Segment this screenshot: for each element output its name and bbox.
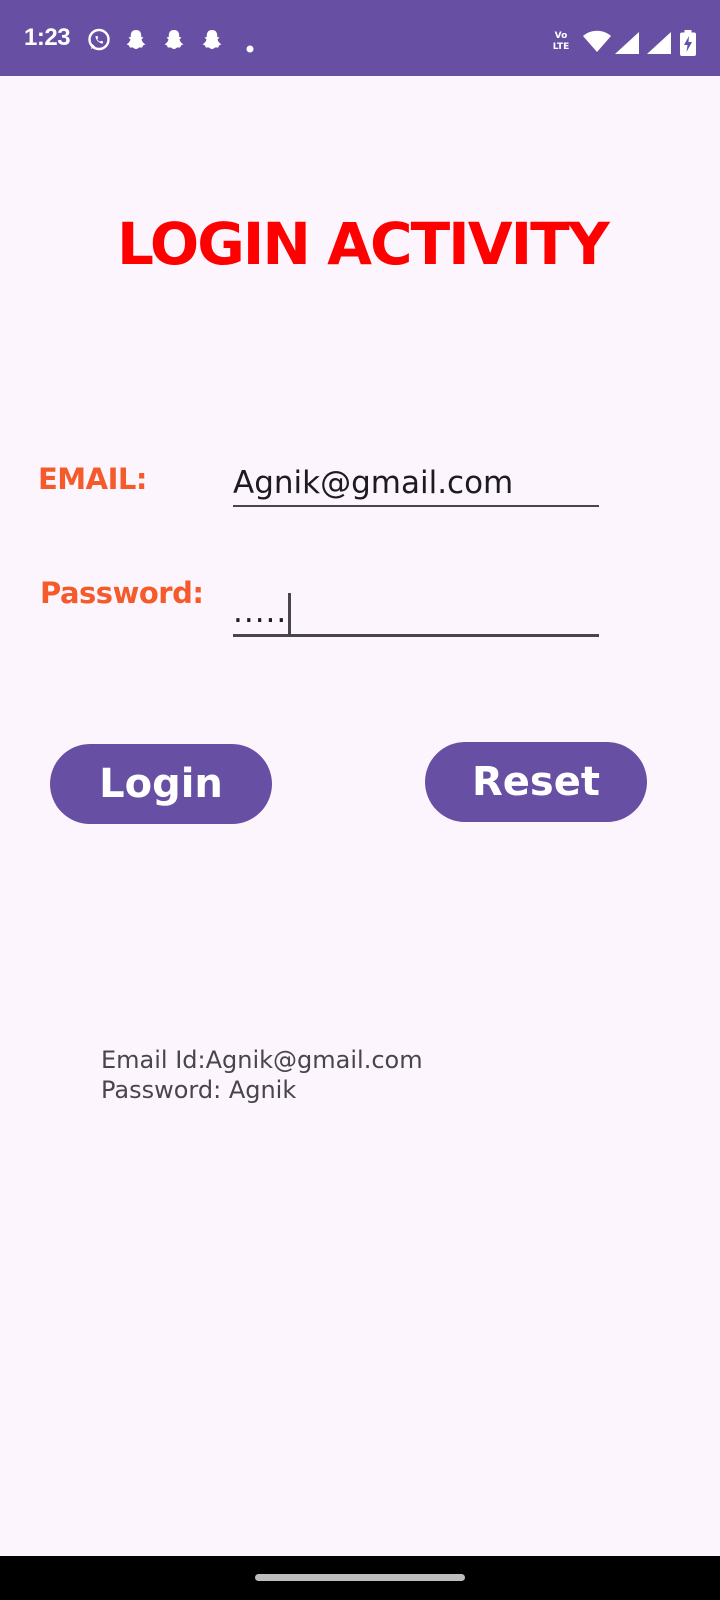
password-label: Password: bbox=[40, 576, 204, 610]
password-input-value: ..... bbox=[233, 592, 599, 634]
volte-label: Vo LTE bbox=[552, 31, 570, 52]
signal-icon bbox=[615, 32, 639, 58]
whatsapp-icon bbox=[87, 28, 111, 56]
email-input-value: Agnik@gmail.com bbox=[233, 465, 514, 501]
snapchat-icon bbox=[124, 28, 148, 56]
info-email-text: Email Id:Agnik@gmail.com bbox=[101, 1046, 423, 1074]
password-dots: ..... bbox=[233, 594, 288, 630]
home-handle[interactable] bbox=[255, 1574, 465, 1581]
text-caret bbox=[288, 592, 292, 634]
snapchat-icon bbox=[200, 28, 224, 56]
email-label: EMAIL: bbox=[38, 462, 147, 496]
info-password-text: Password: Agnik bbox=[101, 1076, 297, 1104]
reset-button[interactable]: Reset bbox=[425, 742, 647, 822]
more-dot-icon bbox=[246, 38, 254, 57]
email-field[interactable]: Agnik@gmail.com bbox=[233, 463, 599, 507]
snapchat-icon bbox=[162, 28, 186, 56]
login-button[interactable]: Login bbox=[50, 744, 272, 824]
password-underline bbox=[233, 634, 599, 637]
status-bar: 1:23 Vo LTE bbox=[0, 0, 720, 76]
page-title: LOGIN ACTIVITY bbox=[117, 210, 610, 278]
password-field[interactable]: ..... bbox=[233, 592, 599, 637]
navigation-bar bbox=[0, 1556, 720, 1600]
wifi-icon bbox=[583, 30, 611, 56]
status-time: 1:23 bbox=[24, 24, 71, 51]
signal-icon bbox=[647, 32, 671, 58]
battery-charging-icon bbox=[680, 30, 696, 60]
email-underline bbox=[233, 505, 599, 507]
